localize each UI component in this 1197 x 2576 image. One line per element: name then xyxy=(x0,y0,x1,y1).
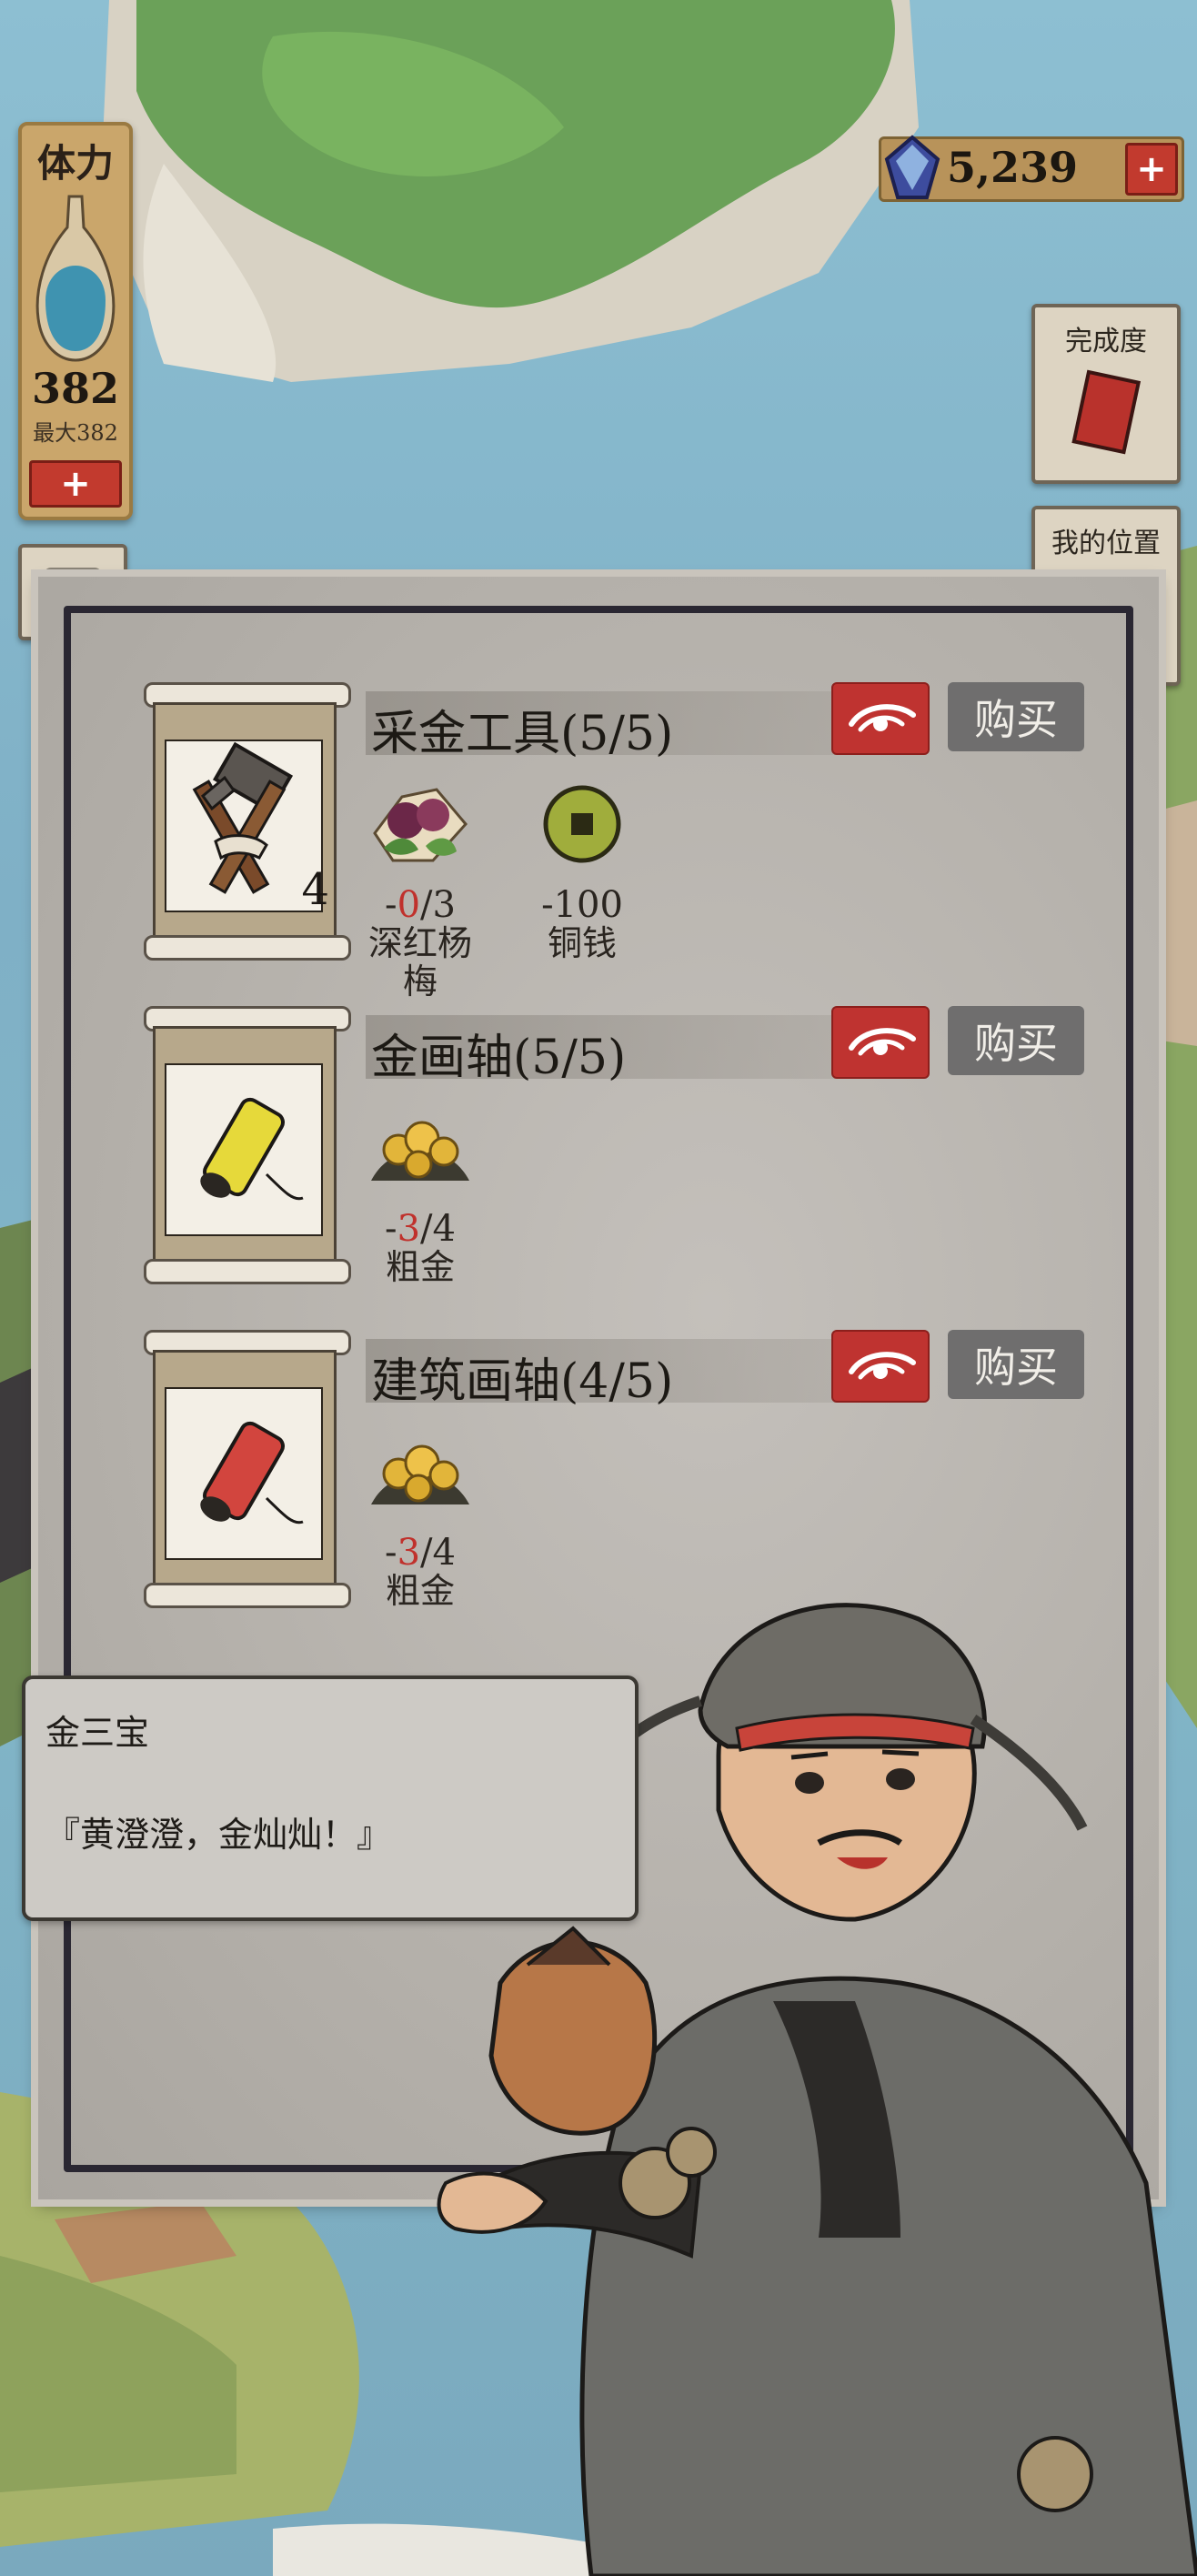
requirement-amount: -3/4 xyxy=(385,1532,456,1574)
scroll-paper xyxy=(153,1026,337,1270)
scroll-rod xyxy=(144,935,351,961)
requirement-name: 深红杨梅 xyxy=(367,923,472,1001)
preview-button[interactable] xyxy=(831,1330,930,1403)
requirement-amount: -0/3 xyxy=(385,884,456,926)
gourd-icon xyxy=(35,195,116,362)
item-name-bar: 建筑画轴(4/5) xyxy=(366,1339,875,1409)
completion-button[interactable]: 完成度 xyxy=(1031,304,1181,484)
currency-value: 5,239 xyxy=(947,143,1079,192)
item-name-bar: 金画轴(5/5) xyxy=(366,1015,875,1085)
buy-button[interactable]: 购买 xyxy=(948,1330,1084,1399)
stamina-value: 382 xyxy=(31,364,120,413)
eye-icon xyxy=(849,1352,916,1380)
item-image xyxy=(165,1063,323,1236)
add-stamina-button[interactable]: + xyxy=(29,460,122,508)
requirement-item: -3/4 粗金 xyxy=(357,1417,484,1610)
red-scroll-icon xyxy=(200,1421,304,1524)
red-book-icon xyxy=(1071,369,1142,455)
dialog-text: 『黄澄澄，金灿灿！』 xyxy=(45,1815,392,1855)
gold-scroll-icon xyxy=(200,1097,304,1201)
buy-button[interactable]: 购买 xyxy=(948,1006,1084,1075)
hammer-pick-icon xyxy=(192,741,294,894)
location-label: 我的位置 xyxy=(1051,528,1161,559)
speaker-name: 金三宝 xyxy=(45,1713,150,1753)
requirement-item: -100 铜钱 xyxy=(518,770,646,962)
requirement-amount: -3/4 xyxy=(385,1208,456,1250)
currency-bar: 5,239 + xyxy=(879,135,1184,202)
add-currency-button[interactable]: + xyxy=(1125,143,1178,196)
item-name: 金画轴(5/5) xyxy=(371,1031,627,1085)
scroll-rod xyxy=(144,1583,351,1608)
item-scroll-frame: 4 xyxy=(144,682,351,961)
copper-coin-icon xyxy=(543,785,621,863)
item-image xyxy=(165,740,323,912)
requirement-name: 粗金 xyxy=(385,1247,455,1287)
item-name: 采金工具(5/5) xyxy=(371,707,674,761)
stamina-label: 体力 xyxy=(36,141,114,186)
item-scroll-frame xyxy=(144,1006,351,1284)
dialog-box[interactable]: 金三宝 『黄澄澄，金灿灿！』 xyxy=(22,1675,639,1921)
requirement-item: -0/3 深红杨梅 xyxy=(357,770,484,1001)
gem-icon xyxy=(884,135,940,199)
item-name-bar: 采金工具(5/5) xyxy=(366,691,875,761)
gold-ore-icon xyxy=(371,1121,469,1181)
bayberry-icon xyxy=(373,788,468,862)
preview-button[interactable] xyxy=(831,682,930,755)
stamina-max: 最大382 xyxy=(33,420,118,446)
requirement-amount: -100 xyxy=(541,884,623,926)
item-name: 建筑画轴(4/5) xyxy=(371,1354,674,1409)
eye-icon xyxy=(849,1028,916,1056)
preview-button[interactable] xyxy=(831,1006,930,1079)
item-image xyxy=(165,1387,323,1560)
buy-button[interactable]: 购买 xyxy=(948,682,1084,751)
item-scroll-frame xyxy=(144,1330,351,1608)
gold-ore-icon xyxy=(371,1444,469,1504)
shop-item-row: 4 采金工具(5/5) 购买 -0/3 深红杨梅 -100 铜钱 xyxy=(144,682,1108,1001)
requirement-name: 铜钱 xyxy=(547,923,617,963)
completion-label: 完成度 xyxy=(1065,326,1147,357)
scroll-rod xyxy=(144,1259,351,1284)
shop-item-row: 建筑画轴(4/5) 购买 -3/4 粗金 xyxy=(144,1330,1108,1612)
stamina-panel: 体力 382 最大382 + xyxy=(18,122,133,520)
shop-item-row: 金画轴(5/5) 购买 -3/4 粗金 xyxy=(144,1006,1108,1288)
scroll-paper xyxy=(153,1350,337,1594)
item-count: 4 xyxy=(301,864,329,915)
eye-icon xyxy=(849,704,916,732)
requirement-item: -3/4 粗金 xyxy=(357,1093,484,1286)
